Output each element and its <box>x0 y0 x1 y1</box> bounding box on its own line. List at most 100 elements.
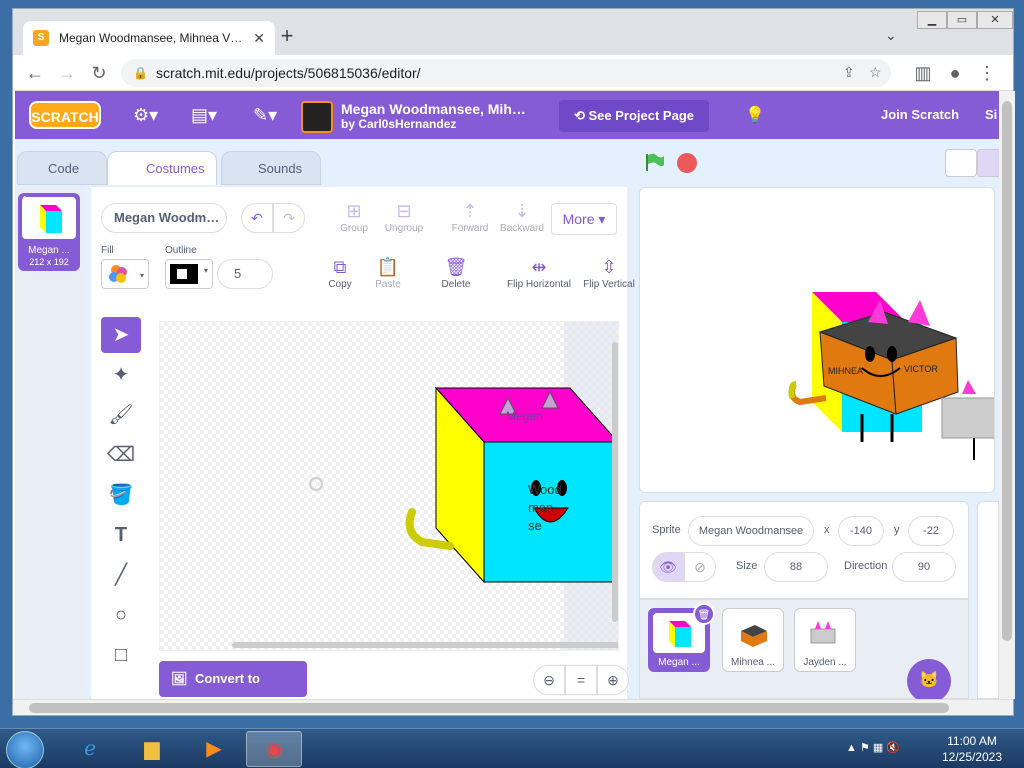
minimize-button[interactable]: ▁ <box>917 11 947 29</box>
rectangle-tool-icon[interactable]: □ <box>101 637 141 673</box>
remix-arrows-icon: ⟲ <box>573 108 589 123</box>
select-tool-icon[interactable]: ➤ <box>101 317 141 353</box>
direction-field[interactable]: 90 <box>892 552 956 582</box>
eraser-tool-icon[interactable]: ⌫ <box>101 437 141 473</box>
url-field[interactable]: 🔒 scratch.mit.edu/projects/506815036/edi… <box>121 59 891 87</box>
reload-icon[interactable]: ↻ <box>87 61 111 85</box>
outline-color-picker[interactable]: ▾ <box>165 259 213 289</box>
url-text: scratch.mit.edu/projects/506815036/edito… <box>155 65 421 81</box>
windows-taskbar: ℯ ▆ ▶ ◉ ▲ ⚑ ▦ 🔇 11:00 AM 12/25/2023 <box>0 728 1024 768</box>
stroke-width-field[interactable]: 5 <box>217 259 273 289</box>
delete-sprite-trash-icon[interactable]: 🗑 <box>693 603 715 625</box>
start-button[interactable] <box>6 731 44 768</box>
flip-vertical-button[interactable]: ⇳ Flip Vertical <box>569 257 649 290</box>
text-tool-icon[interactable]: T <box>101 517 141 553</box>
svg-text:man: man <box>528 500 553 515</box>
chrome-taskbar-icon[interactable]: ◉ <box>246 731 302 767</box>
circle-tool-icon[interactable]: ○ <box>101 597 141 633</box>
back-icon[interactable]: ← <box>23 61 47 85</box>
fill-label: Fill <box>101 245 114 256</box>
paste-label: Paste <box>375 279 401 290</box>
bookmark-star-icon[interactable]: ☆ <box>869 64 882 81</box>
new-tab-button[interactable]: + <box>275 25 299 49</box>
page-vertical-scrollbar[interactable] <box>999 91 1015 699</box>
line-tool-icon[interactable]: ╱ <box>101 557 141 593</box>
see-project-page-label: See Project Page <box>588 108 695 123</box>
undo-button[interactable]: ↶ <box>241 203 273 233</box>
join-scratch-link[interactable]: Join Scratch <box>881 107 959 122</box>
delete-button[interactable]: 🗑 Delete <box>421 257 491 290</box>
tab-costumes[interactable]: Costumes <box>107 151 217 185</box>
tab-strip: S Megan Woodmansee, Mihnea V… ✕ + ⌄ ▁ ▭ … <box>13 9 1013 55</box>
edit-menu-icon[interactable]: ✎▾ <box>253 105 277 126</box>
svg-text:▾: ▾ <box>140 271 144 280</box>
maximize-button[interactable]: ▭ <box>947 11 977 29</box>
scrollbar-thumb[interactable] <box>1002 101 1012 641</box>
sign-in-link[interactable]: Si <box>985 107 997 122</box>
brush-tool-icon[interactable]: 🖌 <box>101 397 141 433</box>
size-field[interactable]: 88 <box>764 552 828 582</box>
zoom-in-button[interactable]: ⊕ <box>597 665 629 695</box>
green-flag-icon[interactable] <box>645 153 665 171</box>
redo-button[interactable]: ↷ <box>273 203 305 233</box>
outline-swatch <box>170 264 198 284</box>
backward-arrow-icon: ⇣ <box>514 201 530 221</box>
show-sprite-eye-icon[interactable]: 👁 <box>652 552 684 582</box>
profile-icon[interactable]: ● <box>943 61 967 85</box>
share-icon[interactable]: ⇪ <box>843 64 855 81</box>
x-field[interactable]: -140 <box>838 516 884 546</box>
tab-sounds[interactable]: Sounds <box>221 151 321 185</box>
page-horizontal-scrollbar[interactable] <box>13 699 1013 715</box>
side-panel-icon[interactable]: ▥ <box>911 61 935 85</box>
fill-bucket-tool-icon[interactable]: 🪣 <box>101 477 141 513</box>
tab-search-icon[interactable]: ⌄ <box>885 27 897 44</box>
ungroup-button[interactable]: ⊟ Ungroup <box>369 201 439 234</box>
convert-to-bitmap-button[interactable]: 🖼 Convert to Bitmap <box>159 661 307 697</box>
paint-editor: Megan Woodm… ↶ ↷ ⊞ Group ⊟ Ungroup ⇡ Forwar… <box>91 187 635 699</box>
costume-list: 1 Megan ... 212 x 192 🐱 <box>15 187 83 699</box>
backward-button[interactable]: ⇣ Backward <box>487 201 557 234</box>
small-stage-button[interactable] <box>945 149 977 177</box>
scrollbar-thumb[interactable] <box>29 703 949 713</box>
paint-canvas[interactable]: Megan Wood man se <box>159 321 619 651</box>
browser-tab[interactable]: S Megan Woodmansee, Mihnea V… ✕ <box>23 21 275 55</box>
reshape-tool-icon[interactable]: ✦ <box>101 357 141 393</box>
forward-icon[interactable]: → <box>55 61 79 85</box>
sprite-name-field[interactable]: Megan Woodmansee <box>688 516 814 546</box>
close-window-button[interactable]: ✕ <box>977 11 1013 29</box>
sprite-tile[interactable]: Jayden ... <box>794 608 856 672</box>
menu-kebab-icon[interactable]: ⋮ <box>975 61 999 85</box>
add-sprite-button[interactable]: 🐱 <box>907 659 951 699</box>
stage-text-left: MIHNEA <box>828 366 863 376</box>
internet-explorer-icon[interactable]: ℯ <box>62 731 118 767</box>
file-explorer-icon[interactable]: ▆ <box>124 731 180 767</box>
stop-octagon-icon[interactable] <box>677 153 697 173</box>
project-author[interactable]: by Carl0sHernandez <box>341 117 456 131</box>
normal-stage-button[interactable] <box>977 149 999 177</box>
copy-label: Copy <box>328 279 352 290</box>
sounds-tab-label: Sounds <box>258 161 303 176</box>
system-tray[interactable]: ▲ ⚑ ▦ 🔇 <box>846 741 900 754</box>
sprite-tile[interactable]: Megan ... 🗑 <box>648 603 715 672</box>
stage-target-panel[interactable] <box>977 501 999 699</box>
close-tab-icon[interactable]: ✕ <box>253 30 265 47</box>
paste-button[interactable]: 📋 Paste <box>353 257 423 290</box>
y-field[interactable]: -22 <box>908 516 954 546</box>
costume-item[interactable]: 1 Megan ... 212 x 192 <box>18 193 80 271</box>
more-dropdown[interactable]: More ▾ <box>551 203 617 235</box>
settings-gear-icon[interactable]: ⚙▾ <box>133 105 158 126</box>
stage-canvas[interactable]: MIHNEA VICTOR <box>639 187 995 493</box>
fill-color-picker[interactable]: ▾ <box>101 259 149 289</box>
clock[interactable]: 11:00 AM 12/25/2023 <box>930 733 1014 765</box>
file-menu-icon[interactable]: ▤▾ <box>191 105 217 126</box>
zoom-out-button[interactable]: ⊖ <box>533 665 565 695</box>
sprite-tile[interactable]: Mihnea ... <box>722 608 784 672</box>
scratch-logo[interactable]: SCRATCH <box>29 101 101 129</box>
costume-name-field[interactable]: Megan Woodm… <box>101 203 227 233</box>
lightbulb-icon[interactable]: 💡 <box>745 105 765 125</box>
hide-sprite-eye-icon[interactable]: ⊘ <box>684 552 716 582</box>
see-project-page-button[interactable]: ⟲ See Project Page <box>559 100 709 132</box>
zoom-reset-button[interactable]: = <box>565 665 597 695</box>
tab-code[interactable]: Code <box>17 151 107 185</box>
media-player-icon[interactable]: ▶ <box>186 731 242 767</box>
